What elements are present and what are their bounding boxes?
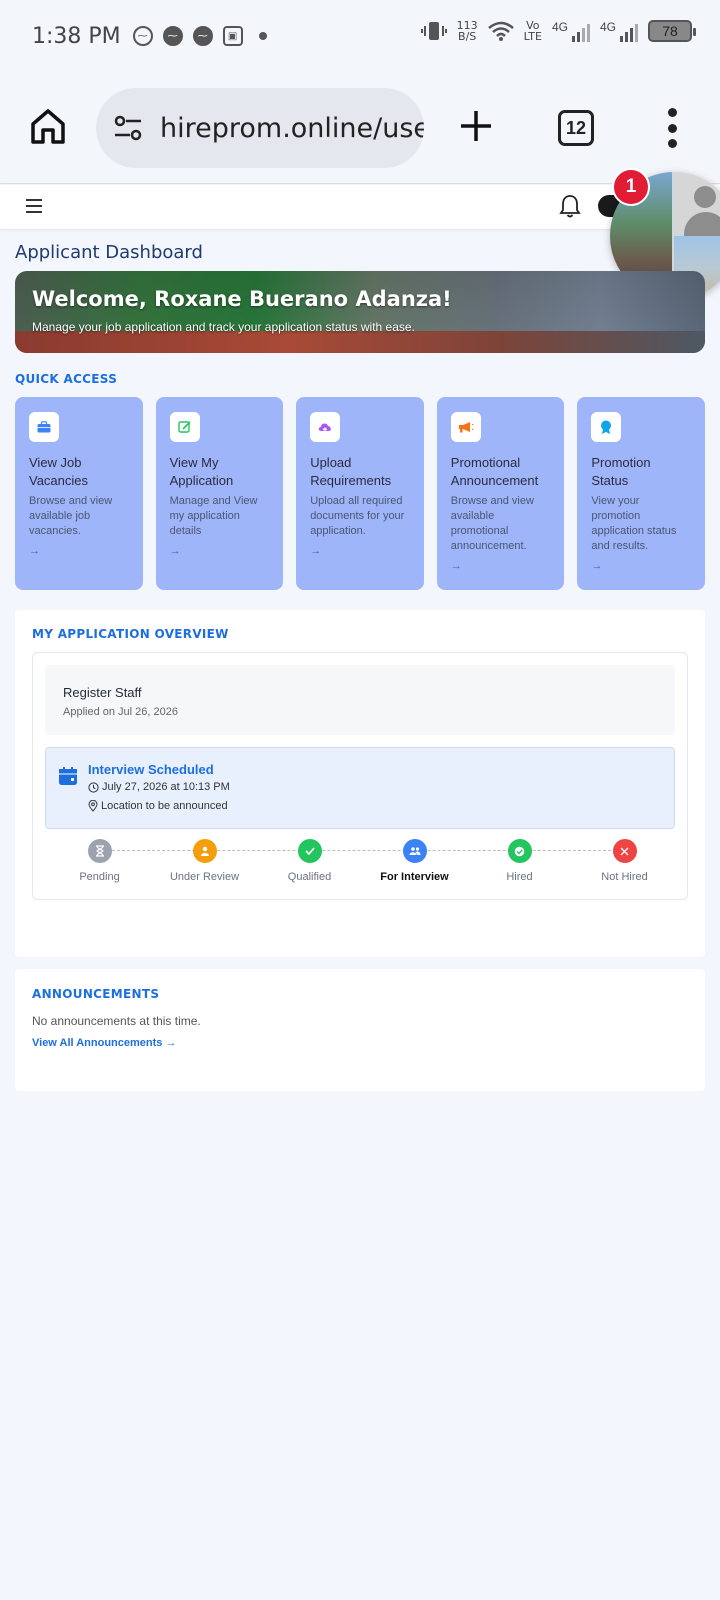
quick-access-card-promotion-status[interactable]: Promotion Status View your promotion app… <box>577 397 705 590</box>
messenger-icon: ⁓ <box>162 26 183 46</box>
net-speed: 113 B/S <box>456 19 478 43</box>
arrow-right-icon[interactable]: → <box>29 545 129 557</box>
hamburger-menu-icon[interactable] <box>26 199 42 213</box>
card-description: Browse and view available promotional an… <box>450 495 534 552</box>
view-all-announcements-link[interactable]: View All Announcements → <box>32 1037 176 1049</box>
address-bar[interactable]: hireprom.online/user <box>96 88 424 168</box>
welcome-banner: Welcome, Roxane Buerano Adanza! Manage y… <box>15 271 705 353</box>
applied-date: Applied on Jul 26, 2026 <box>63 706 178 718</box>
status-right: 113 B/S Vo LTE 4G 4G 78 <box>420 19 696 43</box>
page-title: Applicant Dashboard <box>15 242 203 263</box>
application-card: Register Staff Applied on Jul 26, 2026 I… <box>32 652 688 900</box>
card-description: Upload all required documents for your a… <box>310 495 405 537</box>
quick-access-card-my-application[interactable]: View My Application Manage and View my a… <box>155 397 284 590</box>
site-settings-icon[interactable] <box>112 112 144 144</box>
status-time: 1:38 PM <box>32 23 121 49</box>
notification-icons: ⁓ ⁓ ⁓ ▣ <box>132 26 267 46</box>
award-icon <box>601 420 612 434</box>
wifi-icon <box>487 21 514 41</box>
more-notifications-dot <box>258 32 267 40</box>
arrow-right-icon[interactable]: → <box>591 560 691 572</box>
step-hired: Hired <box>467 839 572 883</box>
quick-access-card-job-vacancies[interactable]: View Job Vacancies Browse and view avail… <box>15 397 143 590</box>
location-pin-icon <box>88 800 98 812</box>
messenger-icon: ⁓ <box>192 26 213 46</box>
tab-switcher-button[interactable]: 12 <box>558 110 594 146</box>
step-not-hired: Not Hired <box>572 839 677 883</box>
announcements-empty-text: No announcements at this time. <box>32 1014 201 1028</box>
chat-unread-badge: 1 <box>612 168 650 206</box>
card-title: Promotional Announcement <box>450 455 539 488</box>
signal-icon: 4G <box>552 20 590 42</box>
check-icon <box>297 839 322 863</box>
arrow-right-icon[interactable]: → <box>451 560 551 572</box>
welcome-heading: Welcome, Roxane Buerano Adanza! <box>32 287 452 311</box>
arrow-right-icon[interactable]: → <box>170 545 270 557</box>
job-summary: Register Staff Applied on Jul 26, 2026 <box>45 665 675 735</box>
volte-indicator: Vo LTE <box>523 19 542 43</box>
card-description: View your promotion application status a… <box>591 495 677 552</box>
announcements-label: ANNOUNCEMENTS <box>32 987 160 1001</box>
step-qualified: Qualified <box>257 839 362 883</box>
briefcase-icon <box>37 421 51 433</box>
url-text[interactable]: hireprom.online/user <box>160 113 424 144</box>
cloud-upload-icon <box>318 422 331 433</box>
quick-access-card-upload-requirements[interactable]: Upload Requirements Upload all required … <box>296 397 424 590</box>
card-title: View Job Vacancies <box>29 455 89 488</box>
interview-title: Interview Scheduled <box>88 762 214 777</box>
hourglass-icon <box>87 839 112 863</box>
users-icon <box>402 839 427 863</box>
step-under-review: Under Review <box>152 839 257 883</box>
clock-icon <box>88 781 99 793</box>
announcements-panel: ANNOUNCEMENTS No announcements at this t… <box>15 969 705 1091</box>
step-label: For Interview <box>380 871 449 883</box>
app-notification-icon: ▣ <box>222 26 243 46</box>
quick-access-card-promotional-announcement[interactable]: Promotional Announcement Browse and view… <box>436 397 565 590</box>
application-overview-panel: MY APPLICATION OVERVIEW Register Staff A… <box>15 610 705 957</box>
battery-icon: 78 <box>648 20 696 42</box>
more-menu-icon[interactable] <box>660 108 684 148</box>
vibrate-icon <box>420 22 447 40</box>
status-bar: 1:38 PM ⁓ ⁓ ⁓ ▣ 113 B/S Vo LTE 4G 4G 78 <box>0 0 720 72</box>
step-label: Not Hired <box>601 871 648 883</box>
step-label: Qualified <box>287 871 332 883</box>
new-tab-icon[interactable] <box>456 106 496 146</box>
application-status-tracker: Pending Under Review Qualified For Inter… <box>47 839 675 889</box>
step-label: Pending <box>79 871 120 883</box>
interview-scheduled-box: Interview Scheduled July 27, 2026 at 10:… <box>45 747 675 829</box>
x-icon <box>612 839 637 863</box>
interview-datetime: July 27, 2026 at 10:13 PM <box>88 781 230 793</box>
check-circle-icon <box>507 839 532 863</box>
signal-icon: 4G <box>600 20 638 42</box>
quick-access-label: QUICK ACCESS <box>15 372 118 386</box>
messenger-icon: ⁓ <box>132 26 153 46</box>
step-label: Under Review <box>169 871 240 883</box>
job-title: Register Staff <box>63 685 142 700</box>
card-description: Manage and View my application details <box>169 495 258 537</box>
overview-label: MY APPLICATION OVERVIEW <box>32 627 229 641</box>
arrow-right-icon[interactable]: → <box>310 545 410 557</box>
interview-location: Location to be announced <box>88 800 228 812</box>
step-label: Hired <box>506 871 533 883</box>
step-for-interview: For Interview <box>362 839 467 883</box>
chat-avatar-placeholder <box>674 172 720 242</box>
edit-icon <box>177 421 191 433</box>
calendar-icon <box>59 767 77 785</box>
welcome-subtitle: Manage your job application and track yo… <box>32 320 415 334</box>
browser-toolbar: hireprom.online/user 12 <box>0 72 720 184</box>
quick-access-cards: View Job Vacancies Browse and view avail… <box>15 397 705 590</box>
bell-icon[interactable] <box>558 193 582 219</box>
user-icon <box>192 839 217 863</box>
home-icon[interactable] <box>28 106 68 146</box>
card-title: Promotion Status <box>591 455 651 488</box>
card-description: Browse and view available job vacancies. <box>29 495 113 537</box>
card-title: View My Application <box>169 455 234 488</box>
megaphone-icon <box>458 422 474 433</box>
card-title: Upload Requirements <box>310 455 392 488</box>
step-pending: Pending <box>47 839 152 883</box>
